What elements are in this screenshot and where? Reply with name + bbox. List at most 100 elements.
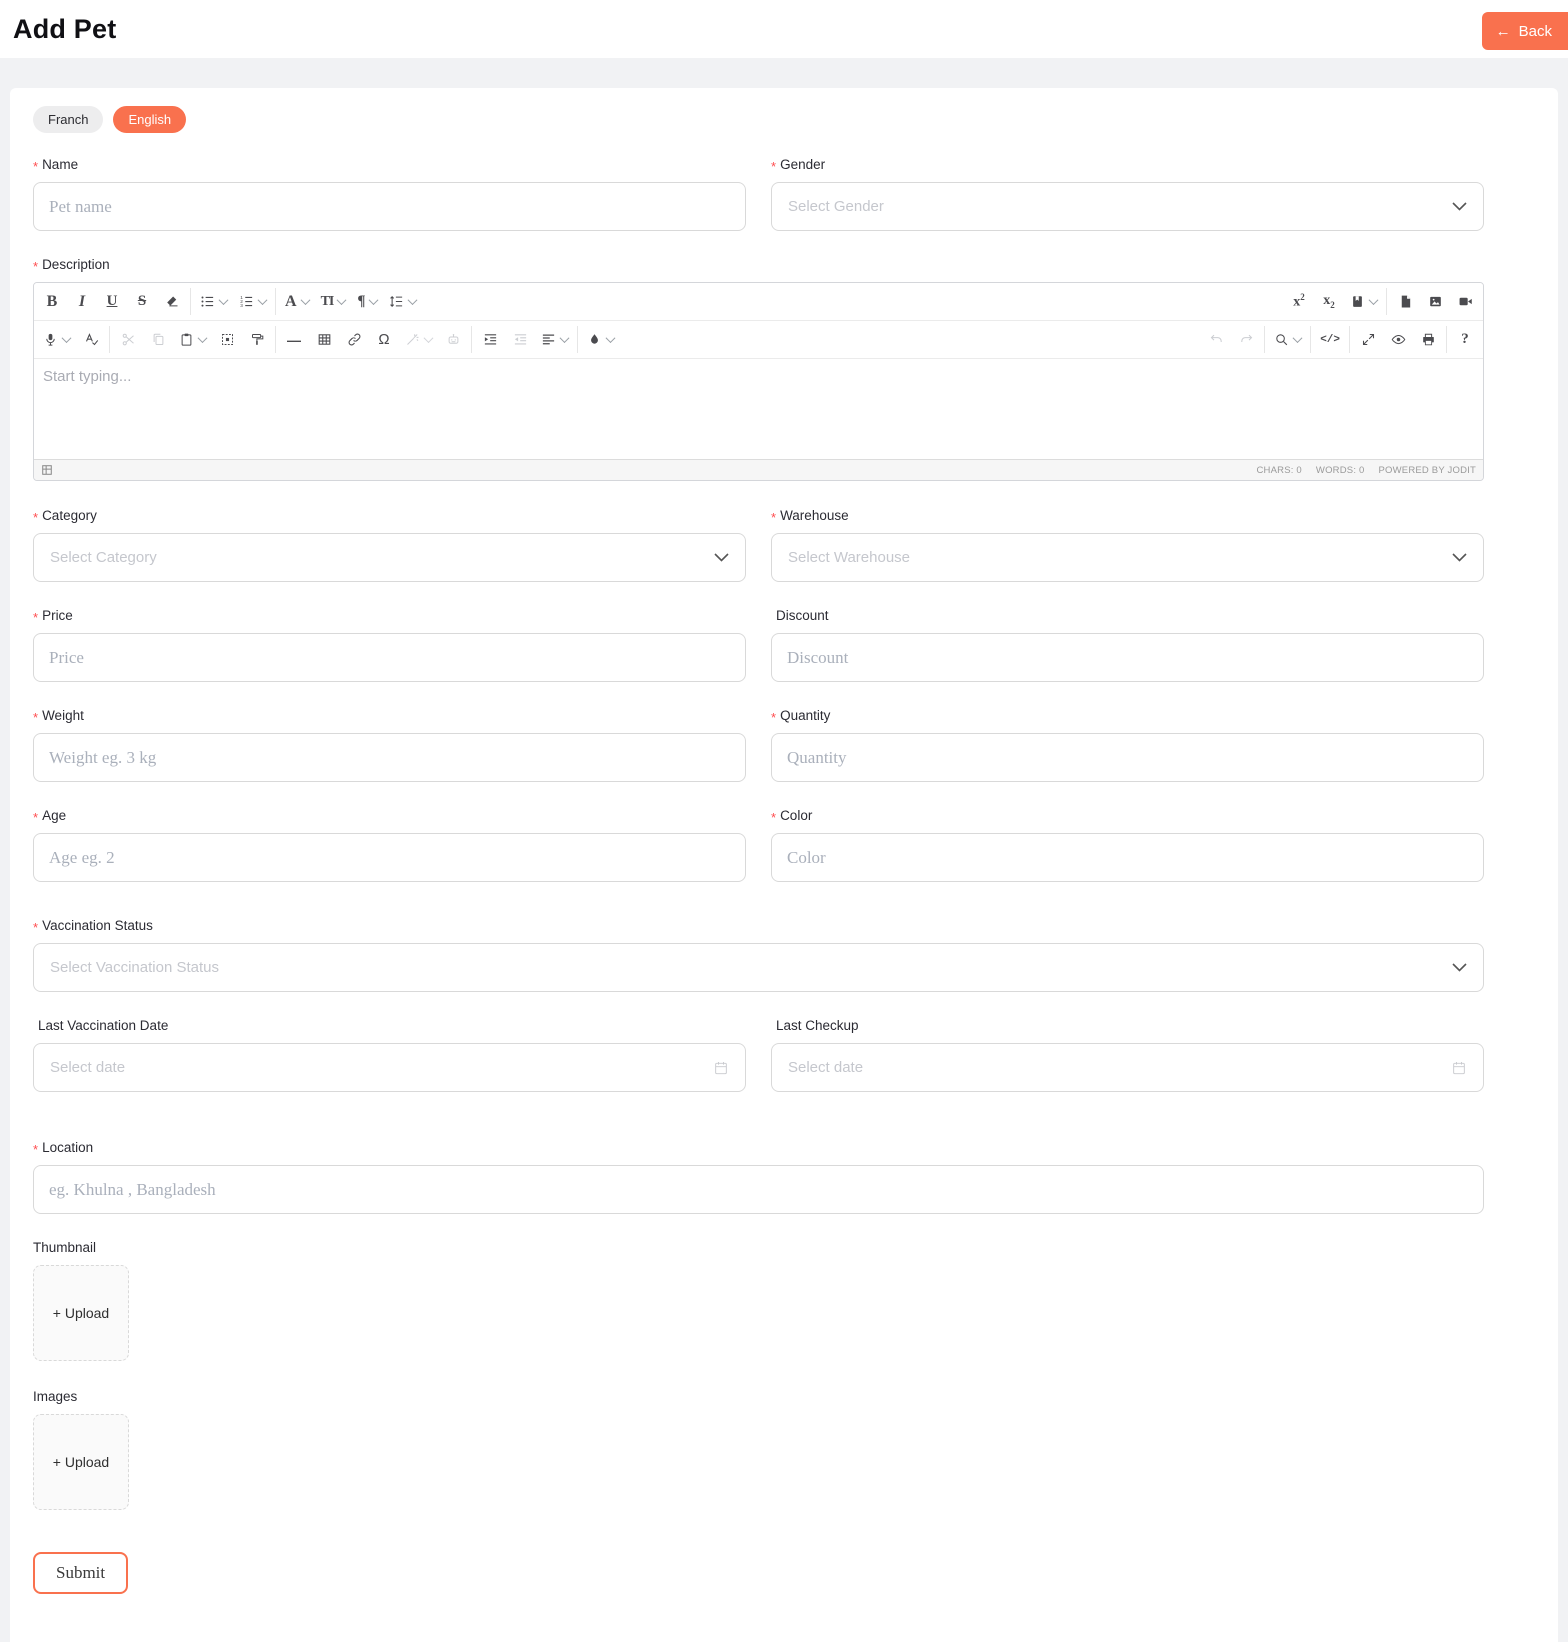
back-arrow-icon: ←	[1495, 22, 1511, 40]
ordered-list-icon[interactable]	[233, 286, 272, 318]
last-checkup-date-picker[interactable]: Select date	[771, 1043, 1484, 1092]
field-description: * Description B I U S A TI ¶ x2 x2 — Ω </>? Start …	[33, 257, 1484, 481]
editor-toolbar-row2: — Ω </>?	[34, 321, 1483, 359]
italic-icon[interactable]: I	[67, 286, 97, 318]
chevron-down-icon	[714, 553, 729, 562]
vaccination-status-label: * Vaccination Status	[33, 918, 153, 935]
toolbar-separator	[275, 288, 276, 315]
video-icon[interactable]	[1450, 286, 1480, 318]
strikethrough-icon[interactable]: S	[127, 286, 157, 318]
chevron-down-icon	[197, 333, 208, 344]
outdent-icon[interactable]	[505, 324, 535, 356]
file-icon[interactable]	[1390, 286, 1420, 318]
warehouse-label: * Warehouse	[771, 508, 849, 525]
tab-franch[interactable]: Franch	[33, 106, 104, 133]
age-label: * Age	[33, 808, 67, 825]
brush-icon[interactable]	[581, 324, 620, 356]
eraser-icon[interactable]	[157, 286, 187, 318]
tab-english[interactable]: English	[113, 106, 187, 133]
spellcheck-icon[interactable]	[76, 324, 106, 356]
bold-icon[interactable]: B	[37, 286, 67, 318]
weight-input[interactable]	[33, 733, 746, 782]
field-weight: * Weight	[33, 708, 746, 782]
toolbar-separator	[109, 326, 110, 353]
images-label: Images	[33, 1389, 78, 1404]
editor-content[interactable]: Start typing...	[34, 359, 1483, 459]
required-mark: *	[33, 1142, 39, 1157]
copy-icon[interactable]	[143, 324, 173, 356]
chevron-down-icon	[61, 333, 72, 344]
vaccination-status-select[interactable]: Select Vaccination Status	[33, 943, 1484, 992]
about-icon[interactable]: ?	[1450, 324, 1480, 356]
warehouse-select[interactable]: Select Warehouse	[771, 533, 1484, 582]
color-input[interactable]	[771, 833, 1484, 882]
required-mark: *	[33, 920, 39, 935]
symbols-icon[interactable]: Ω	[369, 324, 399, 356]
required-mark: *	[771, 159, 777, 174]
last-vaccination-date-picker[interactable]: Select date	[33, 1043, 746, 1092]
required-mark: *	[33, 259, 39, 274]
age-input[interactable]	[33, 833, 746, 882]
submit-button[interactable]: Submit	[33, 1552, 129, 1594]
gender-select[interactable]: Select Gender	[771, 182, 1484, 231]
source-code-icon[interactable]: </>	[1314, 324, 1346, 356]
font-family-icon[interactable]: A	[279, 286, 315, 318]
field-last-checkup: Last Checkup Select date	[771, 1018, 1484, 1092]
editor-resize-handle-icon[interactable]	[41, 464, 53, 476]
subscript-icon[interactable]: x2	[1314, 286, 1344, 318]
ai-assistant-icon[interactable]	[438, 324, 468, 356]
line-height-icon[interactable]	[383, 286, 422, 318]
table-icon[interactable]	[309, 324, 339, 356]
images-upload-button[interactable]: + Upload	[33, 1414, 129, 1510]
discount-input[interactable]	[771, 633, 1484, 682]
chevron-down-icon	[336, 295, 347, 306]
unordered-list-icon[interactable]	[194, 286, 233, 318]
category-label: * Category	[33, 508, 97, 525]
speech-recognize-icon[interactable]	[37, 324, 76, 356]
cut-icon[interactable]	[113, 324, 143, 356]
location-input[interactable]	[33, 1165, 1484, 1214]
paste-icon[interactable]	[173, 324, 212, 356]
fullscreen-icon[interactable]	[1353, 324, 1383, 356]
indent-icon[interactable]	[475, 324, 505, 356]
thumbnail-label: Thumbnail	[33, 1240, 97, 1255]
required-mark: *	[33, 710, 39, 725]
add-pet-form-card: Franch English * Name * Gender Select Ge…	[10, 88, 1558, 1642]
calendar-icon	[715, 1061, 727, 1074]
discount-label: Discount	[776, 608, 829, 623]
link-icon[interactable]	[339, 324, 369, 356]
horizontal-rule-icon[interactable]: —	[279, 324, 309, 356]
image-icon[interactable]	[1420, 286, 1450, 318]
chevron-down-icon	[1292, 333, 1303, 344]
preview-icon[interactable]	[1383, 324, 1413, 356]
required-mark: *	[771, 710, 777, 725]
required-mark: *	[33, 159, 39, 174]
superscript-icon[interactable]: x2	[1284, 286, 1314, 318]
page-header: Add Pet ← Back	[0, 0, 1568, 58]
ai-commands-icon[interactable]	[399, 324, 438, 356]
last-vaccination-date-label: Last Vaccination Date	[38, 1018, 169, 1033]
print-icon[interactable]	[1413, 324, 1443, 356]
redo-icon[interactable]	[1231, 324, 1261, 356]
paragraph-icon[interactable]: ¶	[351, 286, 383, 318]
thumbnail-upload-button[interactable]: + Upload	[33, 1265, 129, 1361]
name-input[interactable]	[33, 182, 746, 231]
price-input[interactable]	[33, 633, 746, 682]
copy-format-icon[interactable]	[242, 324, 272, 356]
language-tabs: Franch English	[33, 106, 1484, 133]
date-placeholder: Select date	[788, 1059, 864, 1076]
back-button[interactable]: ← Back	[1481, 12, 1568, 50]
quantity-input[interactable]	[771, 733, 1484, 782]
vaccination-status-placeholder: Select Vaccination Status	[50, 959, 219, 976]
class-span-icon[interactable]	[1344, 286, 1383, 318]
font-size-icon[interactable]: TI	[315, 286, 352, 318]
search-icon[interactable]	[1268, 324, 1307, 356]
underline-icon[interactable]: U	[97, 286, 127, 318]
undo-icon[interactable]	[1201, 324, 1231, 356]
select-all-icon[interactable]	[212, 324, 242, 356]
field-images: Images + Upload	[33, 1389, 1484, 1510]
warehouse-select-placeholder: Select Warehouse	[788, 549, 911, 566]
align-left-icon[interactable]	[535, 324, 574, 356]
field-category: * Category Select Category	[33, 508, 746, 582]
category-select[interactable]: Select Category	[33, 533, 746, 582]
